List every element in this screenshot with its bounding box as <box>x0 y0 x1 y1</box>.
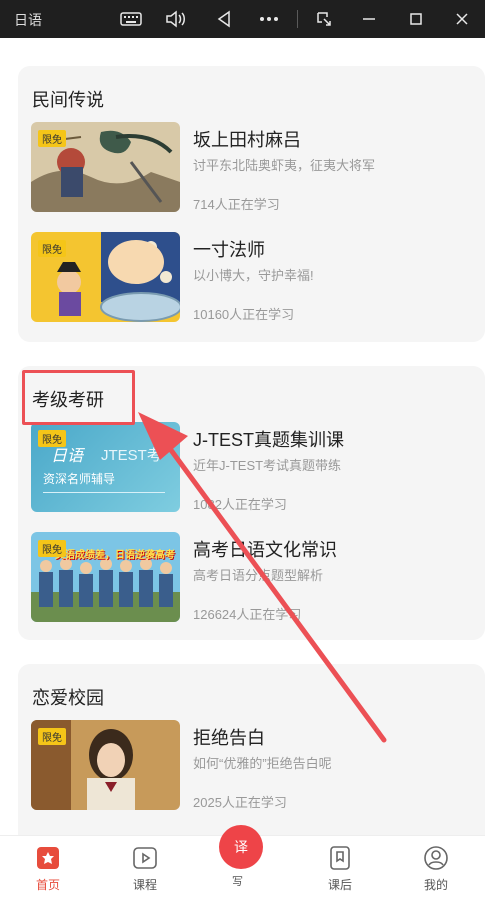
learner-count: 714人正在学习 <box>193 197 280 212</box>
thumbnail-text: JTEST考 <box>101 447 162 464</box>
course-item[interactable]: 英语成绩差，日语逆袭高考 限免 高考日语文化常识 高考日语分点题型解析 1266… <box>31 532 481 622</box>
thumbnail-text: 英语成绩差，日语逆袭高考 <box>55 550 175 561</box>
section-campus-romance: 恋爱校园 限免 拒绝告白 如何“优雅的”拒绝告白呢 2025人正在学习 <box>18 664 485 835</box>
course-list[interactable]: 民间传说 限免 坂上田村麻吕 讨平东北陆奥虾夷，征夷大将军 714人正在学习 限… <box>0 38 485 835</box>
course-name: J-TEST真题集训课 <box>193 430 344 450</box>
learner-count: 2025人正在学习 <box>193 795 287 810</box>
fab-caption: 写 <box>232 876 243 888</box>
translate-fab[interactable]: 译 <box>219 825 263 869</box>
home-icon <box>34 844 62 872</box>
free-badge: 限免 <box>38 240 66 257</box>
thumbnail-text: 资深名师辅导 <box>43 472 116 486</box>
free-badge: 限免 <box>38 430 66 447</box>
play-icon <box>131 844 159 872</box>
maximize-icon[interactable] <box>403 6 429 32</box>
course-description: 讨平东北陆奥虾夷，征夷大将军 <box>193 158 376 173</box>
course-description: 近年J-TEST考试真题带练 <box>193 458 342 473</box>
more-icon[interactable] <box>256 6 282 32</box>
nav-label: 首页 <box>35 878 60 892</box>
close-icon[interactable] <box>449 6 475 32</box>
nav-home[interactable]: 首页 <box>13 844 83 893</box>
keyboard-icon[interactable] <box>118 6 144 32</box>
course-thumbnail: 日语 JTEST考 资深名师辅导 限免 <box>31 422 180 512</box>
nav-after-class[interactable]: 课后 <box>305 844 375 893</box>
course-description: 如何“优雅的”拒绝告白呢 <box>193 756 332 771</box>
translate-fab-label: 译 <box>234 839 248 855</box>
course-name: 坂上田村麻吕 <box>193 130 301 150</box>
minimize-icon[interactable] <box>356 6 382 32</box>
bookmark-icon <box>326 844 354 872</box>
course-thumbnail: 英语成绩差，日语逆袭高考 限免 <box>31 532 180 622</box>
learner-count: 1082人正在学习 <box>193 497 287 512</box>
nav-label: 我的 <box>423 878 448 892</box>
nav-label: 课程 <box>132 878 157 892</box>
course-name: 一寸法师 <box>193 240 265 260</box>
course-thumbnail: 限免 <box>31 720 180 810</box>
course-description: 以小博大，守护幸福! <box>193 268 314 283</box>
section-title: 民间传说 <box>32 90 104 110</box>
nav-courses[interactable]: 课程 <box>110 844 180 893</box>
course-item[interactable]: 限免 拒绝告白 如何“优雅的”拒绝告白呢 2025人正在学习 <box>31 720 481 810</box>
title-separator <box>297 10 298 28</box>
emulator-title-bar: 日语 <box>0 0 485 38</box>
course-thumbnail: 限免 <box>31 122 180 212</box>
free-badge: 限免 <box>38 540 66 557</box>
free-badge: 限免 <box>38 728 66 745</box>
course-item[interactable]: 日语 JTEST考 资深名师辅导 限免 J-TEST真题集训课 近年J-TEST… <box>31 422 481 512</box>
window-title: 日语 <box>14 12 42 28</box>
profile-icon <box>422 844 450 872</box>
course-name: 拒绝告白 <box>193 728 265 748</box>
course-item[interactable]: 限免 一寸法师 以小博大，守护幸福! 10160人正在学习 <box>31 232 481 322</box>
screenshot-icon[interactable] <box>311 6 337 32</box>
learner-count: 10160人正在学习 <box>193 307 295 322</box>
course-description: 高考日语分点题型解析 <box>193 568 324 583</box>
course-thumbnail: 限免 <box>31 232 180 322</box>
nav-profile[interactable]: 我的 <box>401 844 471 893</box>
nav-label: 课后 <box>327 878 352 892</box>
volume-icon[interactable] <box>163 6 189 32</box>
free-badge: 限免 <box>38 130 66 147</box>
learner-count: 126624人正在学习 <box>193 607 302 622</box>
section-folk-tales: 民间传说 限免 坂上田村麻吕 讨平东北陆奥虾夷，征夷大将军 714人正在学习 限… <box>18 66 485 342</box>
back-triangle-icon[interactable] <box>211 6 237 32</box>
course-item[interactable]: 限免 坂上田村麻吕 讨平东北陆奥虾夷，征夷大将军 714人正在学习 <box>31 122 481 212</box>
course-name: 高考日语文化常识 <box>193 540 337 560</box>
section-title: 恋爱校园 <box>32 688 104 708</box>
annotation-highlight-box <box>22 370 135 425</box>
